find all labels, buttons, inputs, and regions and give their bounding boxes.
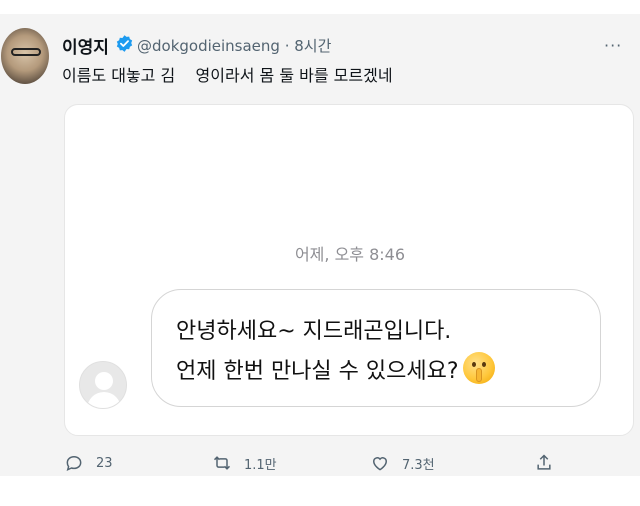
tweet[interactable]: 이영지 @dokgodieinsaeng · 8시간 ··· 이름도 대놓고 김… [0,14,640,476]
tweet-actions: 23 1.1만 7.3천 [0,448,640,478]
reply-icon [66,455,82,471]
author-avatar[interactable] [1,28,49,84]
message-line-2: 언제 한번 만나실 수 있으세요? [176,359,459,384]
author-handle-and-time[interactable]: @dokgodieinsaeng · 8시간 [137,35,331,56]
retweet-count: 1.1만 [244,457,277,473]
verified-badge-icon [116,35,133,52]
heart-icon [372,457,388,471]
attached-image-card[interactable]: 어제, 오후 8:46 안녕하세요~ 지드래곤입니다. 언제 한번 만나실 수 … [64,104,634,436]
like-button[interactable]: 7.3천 [370,448,435,478]
message-line-2-row: 언제 한번 만나실 수 있으세요? [176,352,578,392]
tweet-text: 이름도 대놓고 김 영이라서 몸 둘 바를 모르겠네 [62,66,393,85]
sender-avatar-icon [79,361,127,409]
message-line-1: 안녕하세요~ 지드래곤입니다. [176,319,452,344]
reply-button[interactable]: 23 [64,448,113,478]
share-icon [537,454,551,470]
retweet-button[interactable]: 1.1만 [212,448,277,478]
shushing-face-emoji-icon [462,352,495,384]
message-timestamp: 어제, 오후 8:46 [294,245,406,264]
avatar-glasses [11,48,41,56]
retweet-icon [213,456,231,470]
share-button[interactable] [534,448,554,478]
reply-count: 23 [96,455,113,471]
author-name[interactable]: 이영지 [62,33,109,58]
message-bubble: 안녕하세요~ 지드래곤입니다. 언제 한번 만나실 수 있으세요? [151,289,601,407]
more-icon[interactable]: ··· [604,36,622,55]
like-count: 7.3천 [402,457,435,473]
